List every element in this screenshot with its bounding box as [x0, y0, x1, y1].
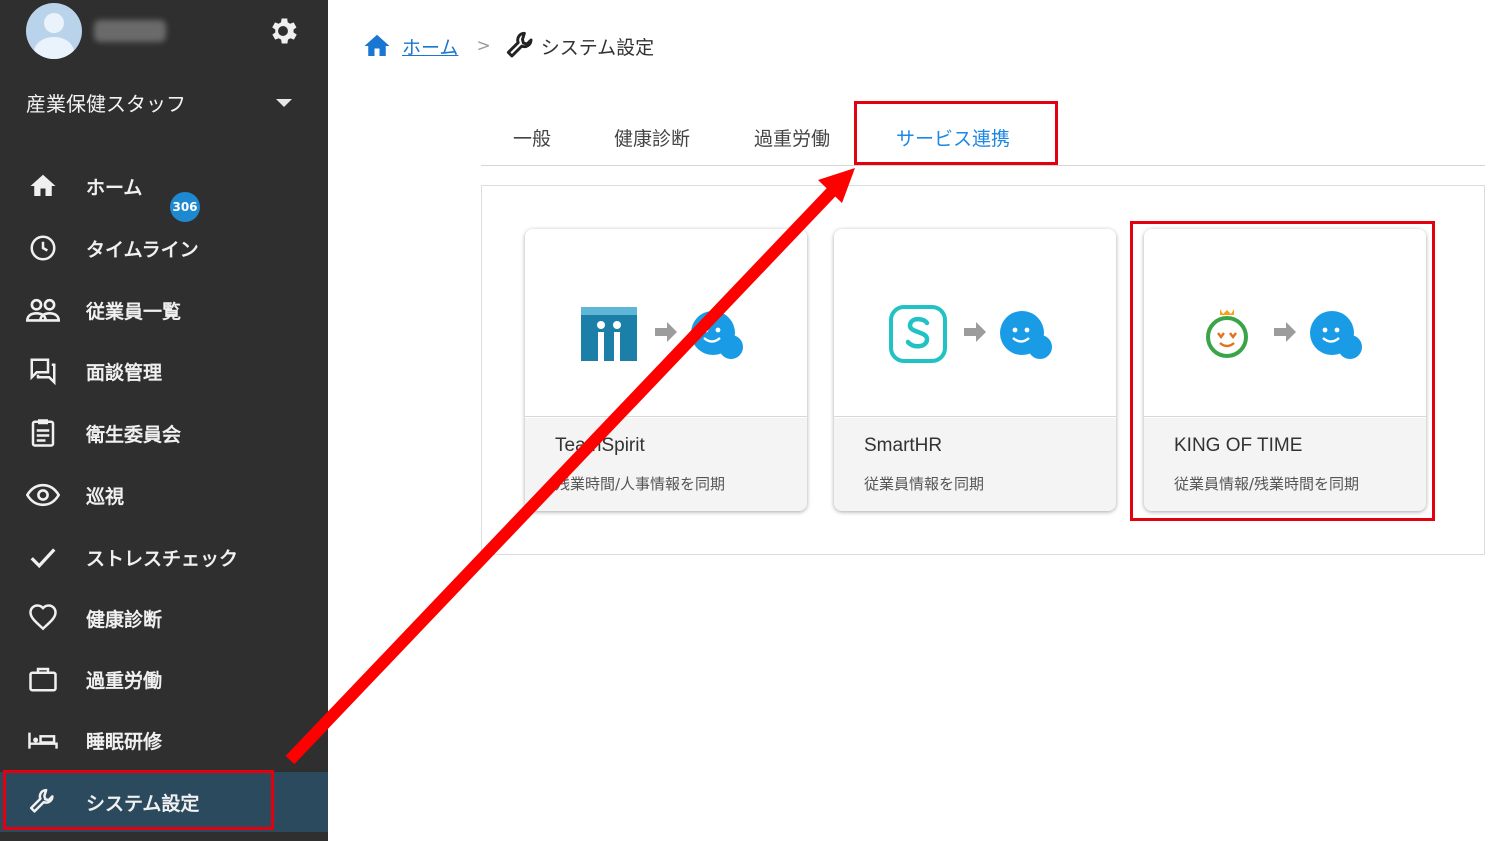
- people-icon: [26, 293, 60, 327]
- clock-icon: [26, 231, 60, 265]
- smarthr-to-app-logo: [889, 305, 1052, 363]
- sidebar-item-label: 衛生委員会: [86, 423, 182, 446]
- sidebar-item-label: 睡眠研修: [86, 730, 163, 753]
- sidebar-item-interviews[interactable]: 面談管理: [0, 341, 328, 401]
- notification-badge: 306: [170, 192, 200, 222]
- card-footer: [834, 418, 1116, 511]
- sidebar: 産業保健スタッフ ホーム タイムライン 従業員一覧 面談管理 306 衛生委員会…: [0, 0, 328, 841]
- integration-card-smarthr[interactable]: SmartHR 従業員情報を同期: [834, 229, 1116, 511]
- heart-icon: [26, 601, 60, 635]
- sidebar-item-health-checkup[interactable]: 健康診断: [0, 588, 328, 648]
- arrow-right-icon: [655, 322, 677, 342]
- sidebar-item-label: 従業員一覧: [86, 300, 182, 323]
- wrench-icon: [506, 31, 533, 58]
- card-logo-area: [834, 229, 1116, 417]
- bed-icon: [26, 723, 60, 757]
- sidebar-item-label: ホーム: [86, 176, 143, 199]
- breadcrumb: ホーム > システム設定: [362, 28, 654, 64]
- sidebar-item-stress-check[interactable]: ストレスチェック: [0, 527, 328, 587]
- sidebar-item-committee[interactable]: 衛生委員会: [0, 403, 328, 463]
- arrow-right-icon: [964, 322, 986, 342]
- app-logo-icon: [1000, 311, 1052, 359]
- sidebar-item-timeline[interactable]: タイムライン: [0, 218, 328, 278]
- sidebar-item-employees[interactable]: 従業員一覧: [0, 280, 328, 340]
- card-logo-area: [525, 229, 807, 417]
- teamspirit-to-app-logo: [581, 307, 743, 361]
- check-icon: [26, 540, 60, 574]
- card-description: 残業時間/人事情報を同期: [555, 475, 726, 493]
- home-icon: [26, 169, 60, 203]
- avatar[interactable]: [26, 3, 82, 59]
- teamspirit-logo-icon: [581, 307, 637, 361]
- sidebar-item-label: 健康診断: [86, 608, 163, 631]
- card-title: TeamSpirit: [555, 435, 645, 456]
- highlight-box-king-of-time: [1130, 221, 1435, 521]
- tab-general[interactable]: 一般: [513, 124, 551, 151]
- sidebar-item-patrol[interactable]: 巡視: [0, 465, 328, 525]
- home-icon[interactable]: [362, 31, 392, 61]
- breadcrumb-current: システム設定: [540, 36, 655, 59]
- sidebar-item-label: 過重労働: [86, 669, 163, 692]
- breadcrumb-separator: >: [476, 36, 491, 56]
- sidebar-item-home[interactable]: ホーム: [0, 156, 328, 216]
- role-selector[interactable]: 産業保健スタッフ: [26, 88, 186, 117]
- tab-overwork[interactable]: 過重労働: [754, 124, 830, 151]
- card-description: 従業員情報を同期: [864, 475, 985, 493]
- chevron-down-icon[interactable]: [276, 99, 292, 107]
- sidebar-item-sleep-training[interactable]: 睡眠研修: [0, 710, 328, 770]
- clipboard-icon: [26, 416, 60, 450]
- highlight-box-service-tab: [854, 101, 1058, 165]
- gear-icon[interactable]: [266, 14, 300, 48]
- sidebar-item-label: 面談管理: [86, 361, 163, 384]
- eye-icon: [26, 478, 60, 512]
- card-title: SmartHR: [864, 435, 943, 456]
- sidebar-item-label: タイムライン: [86, 238, 199, 261]
- app-logo-icon: [691, 311, 743, 359]
- chat-icon: [26, 354, 60, 388]
- smarthr-logo-icon: [889, 305, 947, 363]
- user-name-blurred: [94, 20, 166, 42]
- breadcrumb-home-link[interactable]: ホーム: [402, 33, 458, 60]
- briefcase-icon: [26, 662, 60, 696]
- sidebar-item-label: 巡視: [86, 485, 125, 508]
- highlight-box-system-settings: [3, 770, 274, 830]
- integration-card-teamspirit[interactable]: TeamSpirit 残業時間/人事情報を同期: [525, 229, 807, 511]
- sidebar-item-overwork[interactable]: 過重労働: [0, 649, 328, 709]
- tab-health-checkup[interactable]: 健康診断: [614, 124, 690, 151]
- card-footer: [525, 418, 807, 511]
- sidebar-item-label: ストレスチェック: [86, 547, 239, 570]
